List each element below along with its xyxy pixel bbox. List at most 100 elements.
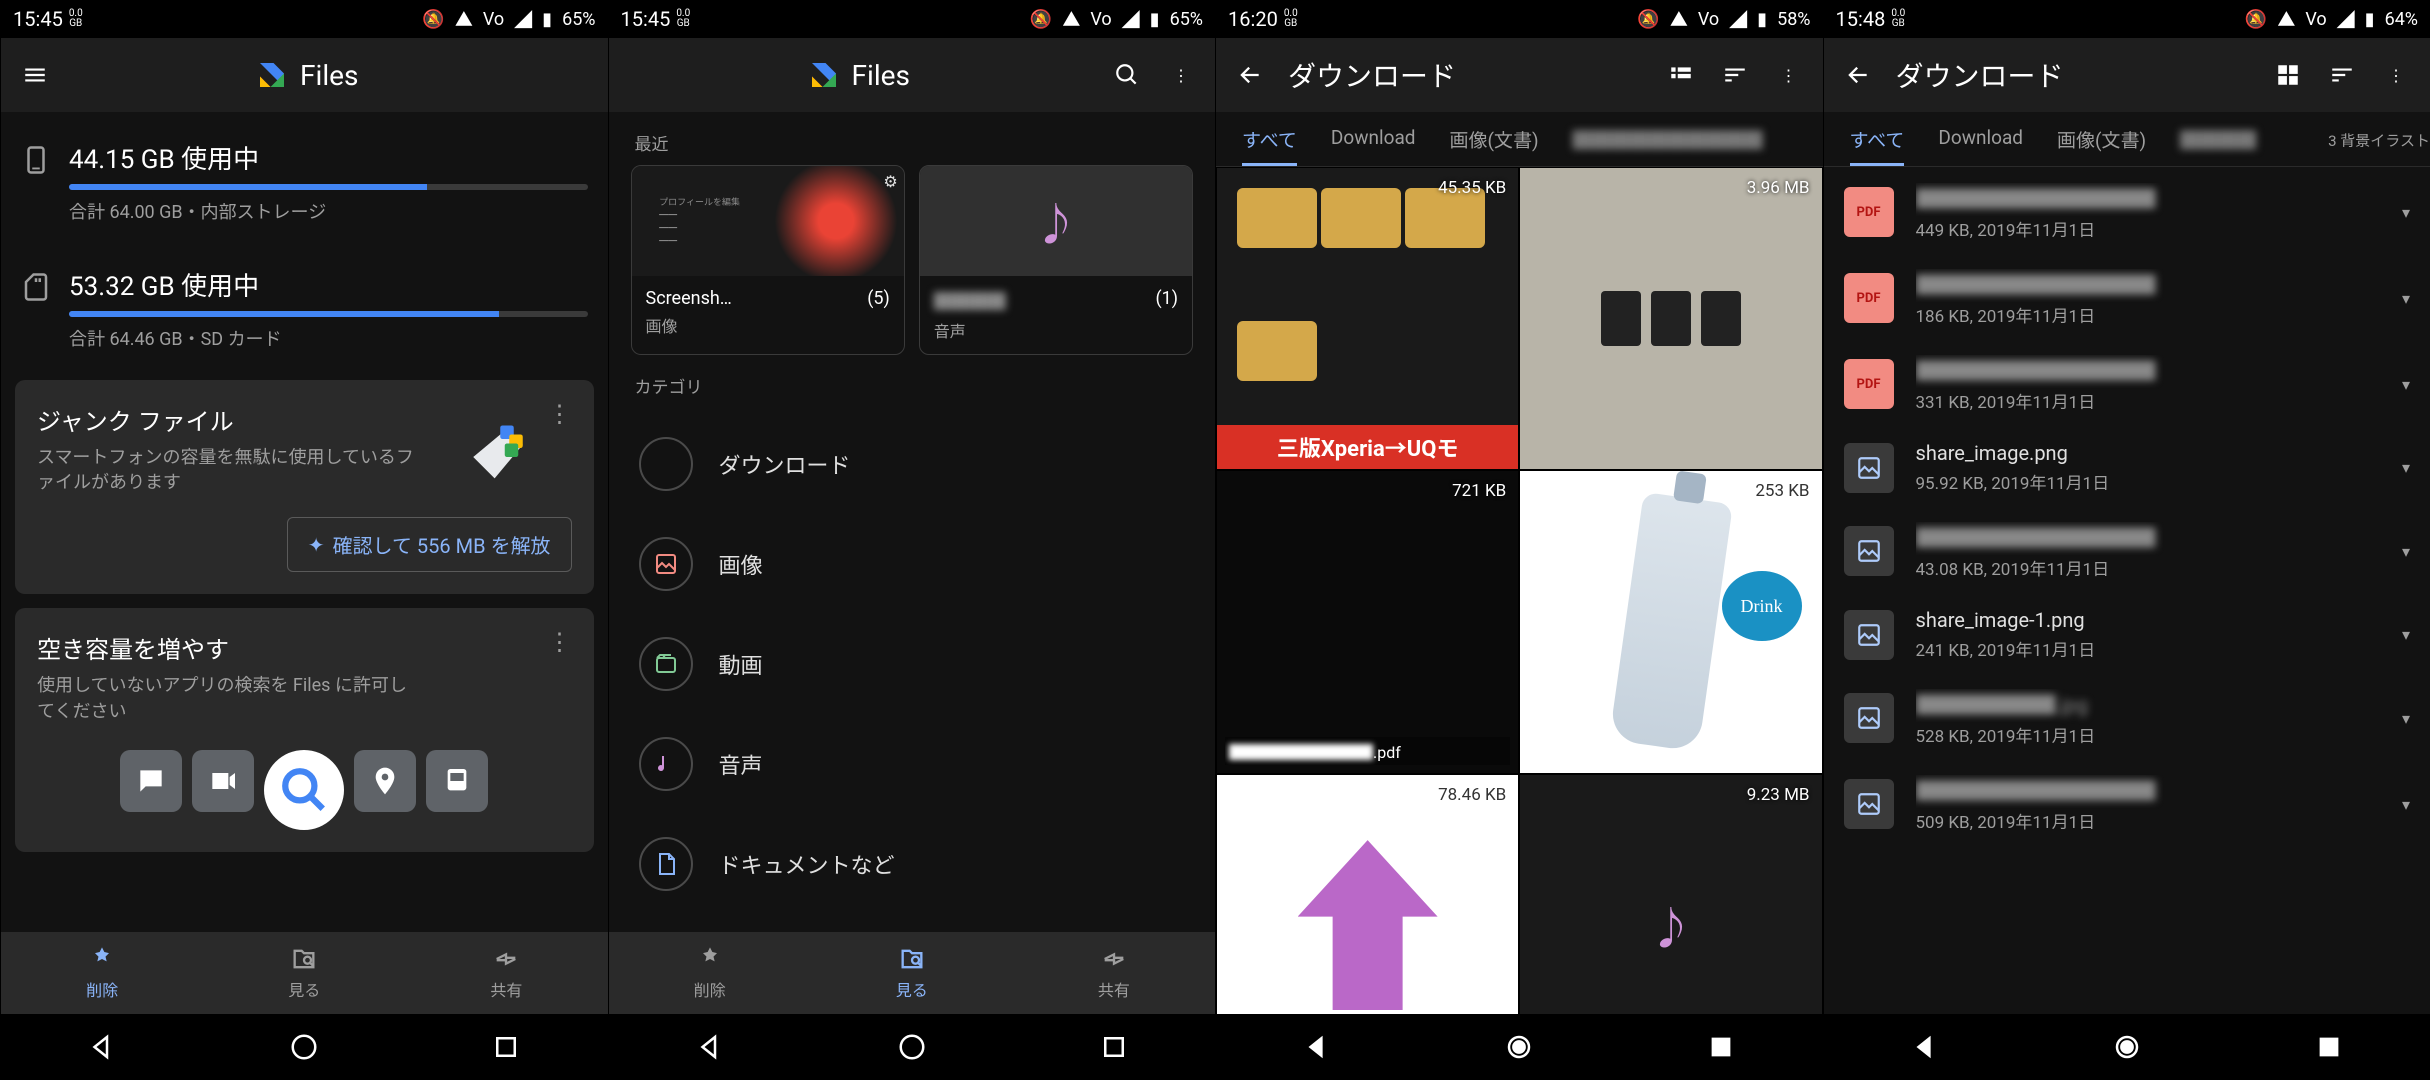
file-ext: █████████.pdf <box>1225 737 1510 765</box>
tab-images-doc[interactable]: 画像(文書) <box>1450 126 1539 166</box>
tab-browse[interactable]: 見る <box>811 932 1013 1014</box>
image-thumbnail-3[interactable]: 721 KB █████████.pdf <box>1216 470 1519 773</box>
app-icon-transit <box>426 750 488 812</box>
nav-recent-button[interactable] <box>2314 1032 2344 1062</box>
category-downloads[interactable]: ダウンロード <box>609 414 1216 514</box>
file-row[interactable]: ████████████43.08 KB, 2019年11月1日▾ <box>1824 508 2430 594</box>
nav-back-button[interactable] <box>695 1032 725 1062</box>
category-images[interactable]: 画像 <box>609 514 1216 614</box>
nav-back-button[interactable] <box>1302 1032 1332 1062</box>
files-logo-icon <box>806 57 842 93</box>
battery-pct: 58% <box>1777 9 1810 30</box>
bottom-tabs: 削除 見る 共有 <box>609 932 1216 1014</box>
app-icon-location <box>354 750 416 812</box>
tab-clean[interactable]: 削除 <box>609 932 811 1014</box>
category-documents[interactable]: ドキュメントなど <box>609 814 1216 914</box>
image-thumbnail-2[interactable]: 3.96 MB <box>1519 167 1822 470</box>
tab-images-doc[interactable]: 画像(文書) <box>2057 126 2146 166</box>
nav-back-button[interactable] <box>87 1032 117 1062</box>
image-thumbnail-6[interactable]: ♪ 9.23 MB <box>1519 774 1822 1015</box>
category-video[interactable]: 動画 <box>609 614 1216 714</box>
sd-storage-block[interactable]: 53.32 GB 使用中 合計 64.46 GB・SD カード <box>1 239 608 366</box>
back-icon[interactable] <box>1842 59 1874 91</box>
chevron-down-icon[interactable]: ▾ <box>2402 625 2410 644</box>
chevron-down-icon[interactable]: ▾ <box>2402 375 2410 394</box>
battery-icon: ▮ <box>1757 9 1767 30</box>
nav-home-button[interactable] <box>289 1032 319 1062</box>
view-list-icon[interactable] <box>1665 59 1697 91</box>
image-icon <box>1844 693 1894 743</box>
file-row[interactable]: ███████.jpg528 KB, 2019年11月1日▾ <box>1824 675 2430 761</box>
nav-back-button[interactable] <box>1910 1032 1940 1062</box>
tab-share[interactable]: 共有 <box>1013 932 1215 1014</box>
file-row[interactable]: share_image.png95.92 KB, 2019年11月1日▾ <box>1824 427 2430 508</box>
file-size: 9.23 MB <box>1747 785 1810 805</box>
file-row[interactable]: PDF████████████449 KB, 2019年11月1日▾ <box>1824 169 2430 255</box>
nav-recent-button[interactable] <box>491 1032 521 1062</box>
internal-storage-block[interactable]: 44.15 GB 使用中 合計 64.00 GB・内部ストレージ <box>1 112 608 239</box>
file-row[interactable]: ████████████509 KB, 2019年11月1日▾ <box>1824 761 2430 847</box>
nav-recent-button[interactable] <box>1706 1032 1736 1062</box>
pdf-icon: PDF <box>1844 273 1894 323</box>
chevron-down-icon[interactable]: ▾ <box>2402 203 2410 222</box>
nav-home-button[interactable] <box>897 1032 927 1062</box>
recent-screenshots-card[interactable]: プロフィールを編集━━━━━━ ⚙ Screensh…(5) 画像 <box>631 165 905 355</box>
chevron-down-icon[interactable]: ▾ <box>2402 795 2410 814</box>
dnd-icon: 🔕 <box>422 9 444 30</box>
more-icon[interactable]: ⋮ <box>2380 59 2412 91</box>
app-icon-video <box>192 750 254 812</box>
sort-icon[interactable] <box>1719 59 1751 91</box>
tab-download[interactable]: Download <box>1938 126 2023 166</box>
nav-home-button[interactable] <box>2112 1032 2142 1062</box>
tab-all[interactable]: すべて <box>1850 126 1905 166</box>
chevron-down-icon[interactable]: ▾ <box>2402 709 2410 728</box>
file-meta: 241 KB, 2019年11月1日 <box>1916 636 2380 661</box>
volte-icon: Vo <box>1090 9 1111 30</box>
image-icon <box>1844 526 1894 576</box>
wifi-icon: ▲ <box>1062 6 1080 32</box>
image-thumbnail-4[interactable]: Drink 253 KB <box>1519 470 1822 773</box>
tab-all[interactable]: すべて <box>1242 126 1297 166</box>
image-thumbnail-1[interactable]: 三版Xperia→UQモ 45.35 KB <box>1216 167 1519 470</box>
confirm-clean-button[interactable]: ✦ 確認して 556 MB を解放 <box>287 517 572 572</box>
drink-label: Drink <box>1722 571 1802 641</box>
sd-storage-bar <box>69 311 588 317</box>
free-space-card: ⋮ 空き容量を増やす 使用していないアプリの検索を Files に許可してくださ… <box>15 608 594 851</box>
image-grid: 三版Xperia→UQモ 45.35 KB 3.96 MB 721 KB ███… <box>1216 167 1823 1014</box>
chevron-down-icon[interactable]: ▾ <box>2402 289 2410 308</box>
status-time: 15:45 <box>13 7 63 31</box>
pdf-icon: PDF <box>1844 187 1894 237</box>
sort-icon[interactable] <box>2326 59 2358 91</box>
file-row[interactable]: PDF████████████186 KB, 2019年11月1日▾ <box>1824 255 2430 341</box>
card-more-icon[interactable]: ⋮ <box>544 398 576 430</box>
search-icon[interactable] <box>1111 59 1143 91</box>
back-icon[interactable] <box>1234 59 1266 91</box>
card-more-icon[interactable]: ⋮ <box>544 626 576 658</box>
more-icon[interactable]: ⋮ <box>1165 59 1197 91</box>
image-thumbnail-5[interactable]: 78.46 KB <box>1216 774 1519 1015</box>
file-row[interactable]: PDF████████████331 KB, 2019年11月1日▾ <box>1824 341 2430 427</box>
file-meta: 528 KB, 2019年11月1日 <box>1916 722 2380 747</box>
view-grid-icon[interactable] <box>2272 59 2304 91</box>
volte-icon: Vo <box>2305 9 2326 30</box>
category-audio[interactable]: 音声 <box>609 714 1216 814</box>
tab-blurred[interactable]: ██████████ <box>1573 126 1763 166</box>
space-desc: 使用していないアプリの検索を Files に許可してください <box>37 673 417 723</box>
tab-clean[interactable]: 削除 <box>1 932 203 1014</box>
recent-audio-card[interactable]: ♪ ████(1) 音声 <box>919 165 1193 355</box>
document-icon <box>639 837 693 891</box>
chevron-down-icon[interactable]: ▾ <box>2402 458 2410 477</box>
status-data: 0.0GB <box>69 9 83 29</box>
tab-blurred[interactable]: ████ <box>2180 126 2256 166</box>
file-meta: 43.08 KB, 2019年11月1日 <box>1916 555 2380 580</box>
tab-browse[interactable]: 見る <box>203 932 405 1014</box>
nav-home-button[interactable] <box>1504 1032 1534 1062</box>
file-row[interactable]: share_image-1.png241 KB, 2019年11月1日▾ <box>1824 594 2430 675</box>
app-bar: Files ⋮ <box>609 38 1216 112</box>
tab-download[interactable]: Download <box>1331 126 1416 166</box>
status-data: 0.0GB <box>1891 9 1905 29</box>
more-icon[interactable]: ⋮ <box>1773 59 1805 91</box>
nav-recent-button[interactable] <box>1099 1032 1129 1062</box>
chevron-down-icon[interactable]: ▾ <box>2402 542 2410 561</box>
tab-share[interactable]: 共有 <box>405 932 607 1014</box>
